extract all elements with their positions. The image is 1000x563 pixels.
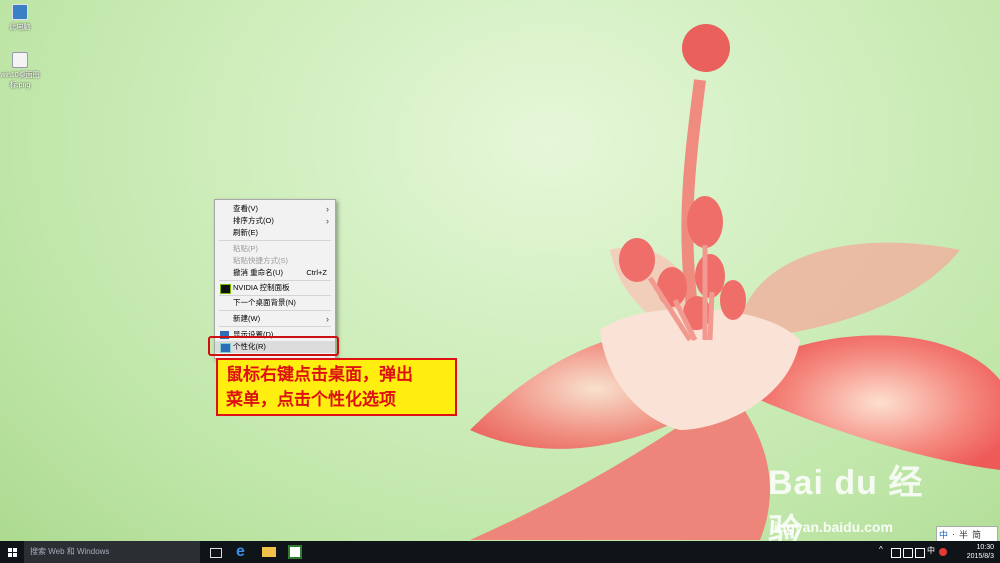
menu-item-paste: 粘贴(P) (233, 244, 258, 253)
computer-icon (12, 4, 28, 20)
store-icon[interactable] (288, 545, 302, 559)
file-explorer-icon[interactable] (262, 547, 276, 557)
volume-icon[interactable] (903, 548, 913, 558)
menu-item-undo-rename[interactable]: 撤消 重命名(U) Ctrl+Z (215, 267, 335, 279)
ime-mode-chinese[interactable]: 中 (937, 528, 950, 541)
menu-item-new[interactable]: 新建(W) › (215, 313, 335, 325)
menu-item-view[interactable]: 查看(V) › (215, 203, 335, 215)
menu-separator (219, 295, 331, 296)
watermark-logo: Bai du 经验 (768, 464, 924, 551)
image-file-icon (12, 52, 28, 68)
chevron-up-icon[interactable]: ^ (879, 545, 887, 554)
sogou-icon[interactable] (939, 548, 947, 556)
menu-separator (219, 280, 331, 281)
desktop-icon-label: 此电脑 (9, 24, 31, 31)
desktop-icon-this-pc[interactable]: 此电脑 (0, 4, 40, 32)
edge-icon[interactable]: e (236, 544, 250, 560)
highlight-annotation-box (208, 336, 339, 356)
menu-item-refresh[interactable]: 刷新(E) (215, 227, 335, 239)
task-view-icon[interactable] (210, 548, 222, 558)
menu-item-next-background[interactable]: 下一个桌面背景(N) (215, 297, 335, 309)
desktop-icon-label: win10桌面图标.png (0, 72, 40, 89)
nvidia-icon (220, 284, 231, 294)
ime-simplified[interactable]: 简 (970, 528, 983, 541)
callout-line-1: 鼠标右键点击桌面，弹出 (226, 365, 413, 385)
action-center-icon[interactable] (915, 548, 925, 558)
callout-line-2: 菜单，点击个性化选项 (226, 390, 396, 410)
desktop-context-menu: 查看(V) › 排序方式(O) › 刷新(E) 粘贴(P) 粘贴快捷方式(S) … (214, 199, 336, 359)
menu-item-nvidia-control-panel[interactable]: NVIDIA 控制面板 (215, 282, 335, 294)
start-button[interactable] (0, 541, 24, 563)
ime-half-width[interactable]: 半 (957, 528, 970, 541)
network-icon[interactable] (891, 548, 901, 558)
chevron-right-icon: › (326, 204, 329, 214)
clock[interactable]: 10:30 2015/8/3 (950, 543, 994, 561)
search-box[interactable]: 搜索 Web 和 Windows (24, 541, 200, 563)
menu-separator (219, 326, 331, 327)
menu-item-sort-by[interactable]: 排序方式(O) › (215, 215, 335, 227)
chevron-right-icon: › (326, 314, 329, 324)
instruction-callout: 鼠标右键点击桌面，弹出 菜单，点击个性化选项 (216, 358, 457, 416)
baidu-jingyan-watermark: Bai du 经验 jingyan.baidu.com (768, 455, 928, 551)
shortcut-label: Ctrl+Z (306, 268, 327, 277)
ime-toolbar[interactable]: 中 · 半 简 (936, 526, 998, 542)
menu-separator (219, 240, 331, 241)
menu-separator (219, 310, 331, 311)
ime-punctuation[interactable]: · (950, 529, 957, 539)
chevron-right-icon: › (326, 216, 329, 226)
clock-time: 10:30 (976, 544, 994, 551)
taskbar: 搜索 Web 和 Windows e ^ 中 10:30 2015/8/3 (0, 541, 1000, 563)
system-tray: ^ 中 10:30 2015/8/3 (875, 541, 1000, 563)
clock-date: 2015/8/3 (966, 553, 994, 560)
ime-indicator[interactable]: 中 (927, 545, 935, 555)
menu-item-paste-shortcut: 粘贴快捷方式(S) (233, 256, 288, 265)
watermark-url: jingyan.baidu.com (770, 519, 893, 535)
desktop-icon-image-file[interactable]: win10桌面图标.png (0, 52, 40, 90)
